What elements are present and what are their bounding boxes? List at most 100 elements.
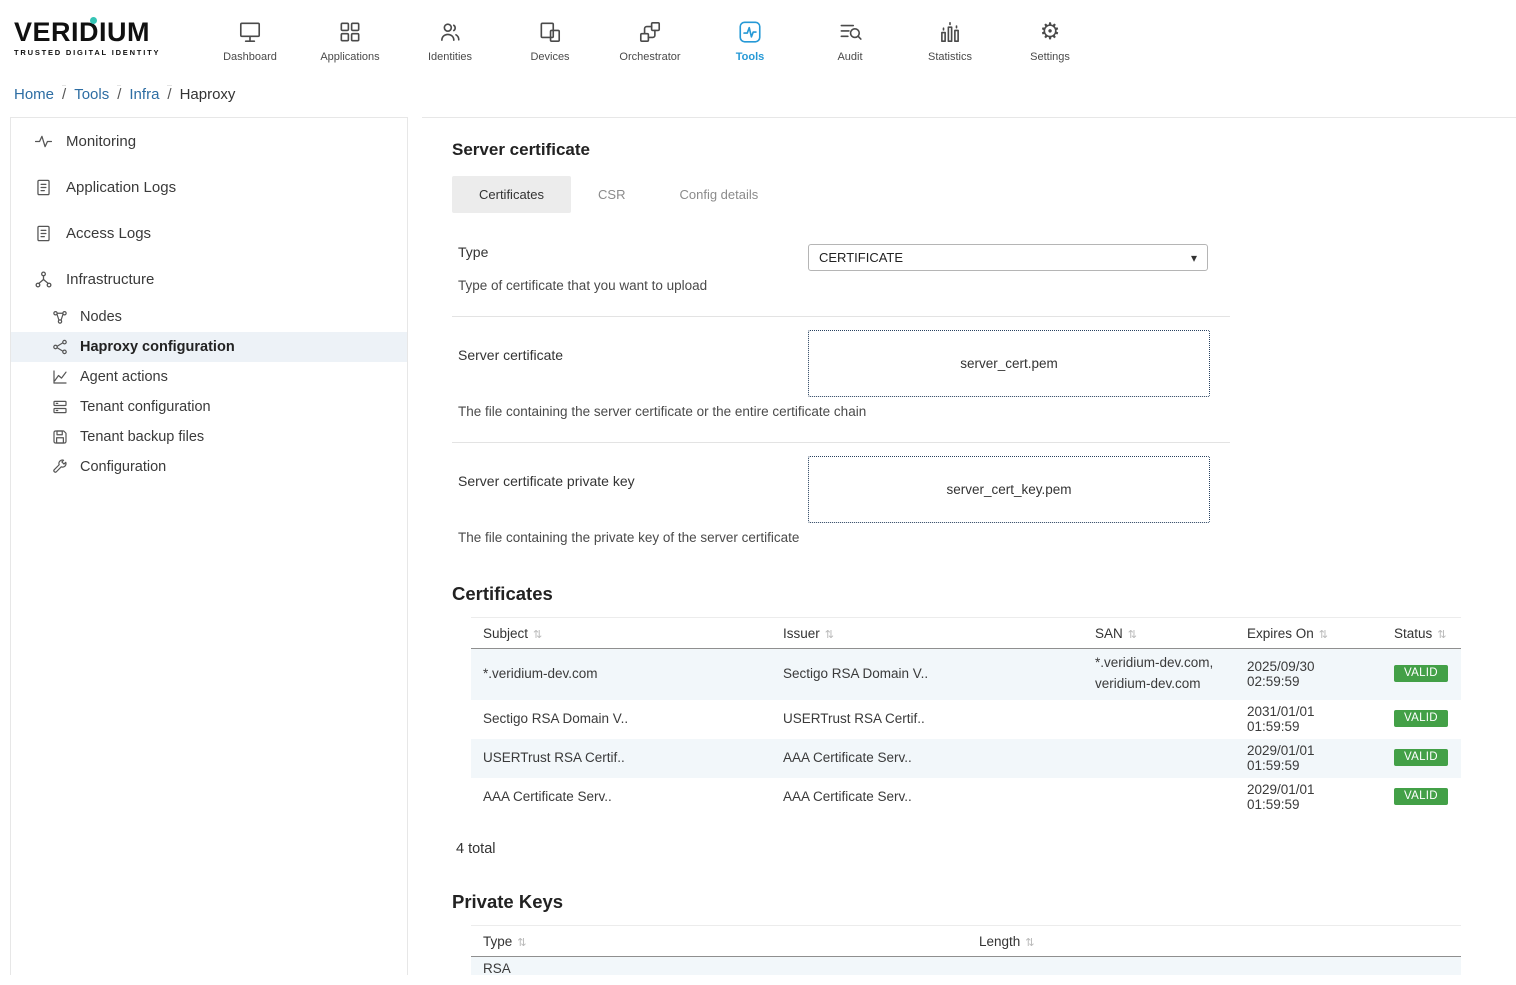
- status-badge: VALID: [1394, 788, 1448, 805]
- column-header-subject[interactable]: Subject⇅: [471, 618, 771, 648]
- server-certificate-upload[interactable]: server_cert.pem: [808, 330, 1210, 397]
- table-row[interactable]: Sectigo RSA Domain V.. USERTrust RSA Cer…: [471, 700, 1461, 739]
- cell-san: [1083, 778, 1235, 817]
- sidebar-item-label: Application Logs: [66, 179, 176, 196]
- sidebar-item-haproxy-configuration[interactable]: Haproxy configuration: [11, 332, 407, 362]
- cell-subject: AAA Certificate Serv..: [471, 778, 771, 817]
- nav-item-statistics[interactable]: Statistics: [900, 14, 1000, 63]
- cell-san: [1083, 739, 1235, 778]
- sidebar-item-tenant-backup-files[interactable]: Tenant backup files: [11, 422, 407, 452]
- type-label: Type: [458, 244, 808, 260]
- breadcrumb-infra[interactable]: Infra: [129, 86, 159, 103]
- nav-item-audit[interactable]: Audit: [800, 14, 900, 63]
- server-stack-icon: [50, 398, 69, 417]
- table-row[interactable]: RSA: [471, 957, 1461, 975]
- private-key-help-text: The file containing the private key of t…: [452, 530, 1230, 545]
- breadcrumb-tools[interactable]: Tools: [74, 86, 109, 103]
- breadcrumb-separator: /: [167, 85, 171, 103]
- column-header-expires-on[interactable]: Expires On⇅: [1235, 618, 1382, 648]
- cell-issuer: AAA Certificate Serv..: [771, 778, 1083, 817]
- nav-item-tools[interactable]: Tools: [700, 14, 800, 63]
- sidebar-item-application-logs[interactable]: Application Logs: [11, 164, 407, 210]
- nav-item-settings[interactable]: ⚙ Settings: [1000, 14, 1100, 63]
- cell-issuer: Sectigo RSA Domain V..: [771, 649, 1083, 700]
- sidebar-item-access-logs[interactable]: Access Logs: [11, 210, 407, 256]
- server-certificate-help-text: The file containing the server certifica…: [452, 404, 1230, 419]
- nav-label: Devices: [530, 51, 569, 63]
- top-navbar: VERIDIUM TRUSTED DIGITAL IDENTITY Dashbo…: [0, 0, 1516, 76]
- cell-san: [1083, 700, 1235, 739]
- line-chart-icon: [50, 368, 69, 387]
- sidebar-item-infrastructure[interactable]: Infrastructure: [11, 256, 407, 302]
- cell-expires: 2029/01/01 01:59:59: [1235, 778, 1382, 817]
- chevron-down-icon: ▾: [1191, 251, 1197, 265]
- breadcrumb-current: Haproxy: [180, 86, 236, 103]
- identities-icon: [437, 18, 463, 46]
- sidebar-item-tenant-configuration[interactable]: Tenant configuration: [11, 392, 407, 422]
- nodes-icon: [50, 308, 69, 327]
- certificate-type-select[interactable]: CERTIFICATE ▾: [808, 244, 1208, 271]
- sidebar: Monitoring Application Logs Access Logs …: [10, 117, 408, 975]
- certificates-table: Subject⇅ Issuer⇅ SAN⇅ Expires On⇅ Status…: [471, 617, 1461, 817]
- nav-item-identities[interactable]: Identities: [400, 14, 500, 63]
- brand-logo[interactable]: VERIDIUM TRUSTED DIGITAL IDENTITY: [14, 19, 182, 57]
- breadcrumb: Home/Tools/Infra/Haproxy: [0, 76, 1516, 117]
- type-help-text: Type of certificate that you want to upl…: [452, 278, 1230, 293]
- breadcrumb-home[interactable]: Home: [14, 86, 54, 103]
- sort-icon: ⇅: [1319, 629, 1328, 641]
- tab-bar: Certificates CSR Config details: [452, 176, 1516, 213]
- nav-item-dashboard[interactable]: Dashboard: [200, 14, 300, 63]
- haproxy-nodes-icon: [50, 338, 69, 357]
- tab-csr[interactable]: CSR: [571, 176, 652, 213]
- cell-expires: 2029/01/01 01:59:59: [1235, 739, 1382, 778]
- column-header-type[interactable]: Type⇅: [471, 926, 967, 956]
- sidebar-item-monitoring[interactable]: Monitoring: [11, 118, 407, 164]
- sidebar-item-nodes[interactable]: Nodes: [11, 302, 407, 332]
- nav-item-devices[interactable]: Devices: [500, 14, 600, 63]
- private-key-label: Server certificate private key: [458, 473, 808, 489]
- sort-icon: ⇅: [1437, 629, 1446, 641]
- cell-expires: 2025/09/30 02:59:59: [1235, 649, 1382, 700]
- nav-label: Tools: [736, 51, 765, 63]
- certificates-total-count: 4 total: [456, 841, 1516, 857]
- page-title: Server certificate: [452, 140, 1516, 160]
- cell-subject: USERTrust RSA Certif..: [471, 739, 771, 778]
- audit-icon: [837, 18, 863, 46]
- column-header-status[interactable]: Status⇅: [1382, 618, 1461, 648]
- monitoring-pulse-icon: [34, 132, 53, 151]
- devices-icon: [537, 18, 563, 46]
- brand-tagline: TRUSTED DIGITAL IDENTITY: [14, 48, 182, 57]
- sidebar-item-agent-actions[interactable]: Agent actions: [11, 362, 407, 392]
- server-certificate-label: Server certificate: [458, 347, 808, 363]
- private-key-upload[interactable]: server_cert_key.pem: [808, 456, 1210, 523]
- cell-length: [967, 957, 1461, 975]
- sidebar-item-label: Configuration: [80, 459, 166, 475]
- nav-item-applications[interactable]: Applications: [300, 14, 400, 63]
- table-row[interactable]: *.veridium-dev.com Sectigo RSA Domain V.…: [471, 649, 1461, 700]
- status-badge: VALID: [1394, 710, 1448, 727]
- column-header-issuer[interactable]: Issuer⇅: [771, 618, 1083, 648]
- table-row[interactable]: AAA Certificate Serv.. AAA Certificate S…: [471, 778, 1461, 817]
- column-header-san[interactable]: SAN⇅: [1083, 618, 1235, 648]
- nav-label: Statistics: [928, 51, 972, 63]
- settings-gear-icon: ⚙: [1040, 18, 1061, 46]
- nav-label: Identities: [428, 51, 472, 63]
- sidebar-item-configuration[interactable]: Configuration: [11, 452, 407, 482]
- infrastructure-network-icon: [34, 270, 53, 289]
- divider: [452, 442, 1230, 443]
- private-keys-table: Type⇅ Length⇅ RSA: [471, 925, 1461, 975]
- sort-icon: ⇅: [1025, 937, 1034, 949]
- sidebar-item-label: Tenant configuration: [80, 399, 211, 415]
- nav-item-orchestrator[interactable]: Orchestrator: [600, 14, 700, 63]
- column-header-length[interactable]: Length⇅: [967, 926, 1461, 956]
- nav-label: Dashboard: [223, 51, 277, 63]
- orchestrator-icon: [637, 18, 663, 46]
- tab-certificates[interactable]: Certificates: [452, 176, 571, 213]
- tab-config-details[interactable]: Config details: [652, 176, 785, 213]
- table-row[interactable]: USERTrust RSA Certif.. AAA Certificate S…: [471, 739, 1461, 778]
- sidebar-item-label: Access Logs: [66, 225, 151, 242]
- nav-label: Audit: [837, 51, 862, 63]
- cell-type: RSA: [471, 957, 967, 975]
- cell-subject: Sectigo RSA Domain V..: [471, 700, 771, 739]
- main-content: Server certificate Certificates CSR Conf…: [422, 117, 1516, 975]
